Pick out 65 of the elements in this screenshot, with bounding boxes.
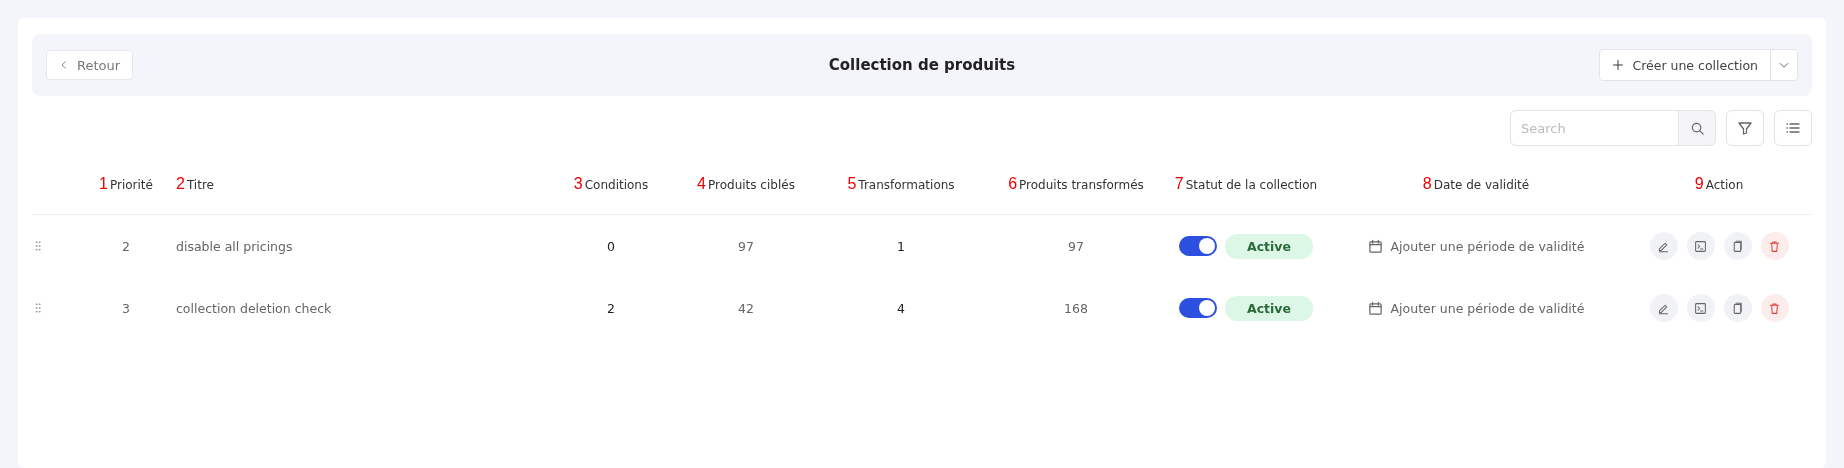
column-header: Action: [1705, 178, 1744, 192]
filter-icon: [1737, 120, 1753, 136]
column-header: Titre: [186, 178, 214, 192]
annotation-number: 8: [1422, 175, 1432, 193]
annotation-number: 3: [573, 175, 583, 193]
page-title: Collection de produits: [828, 56, 1016, 74]
chevron-left-icon: [59, 60, 69, 70]
column-header: Statut de la collection: [1185, 178, 1318, 192]
terminal-icon: [1694, 301, 1707, 315]
table-cell: 97: [1068, 238, 1084, 254]
add-validity-link[interactable]: Ajouter une période de validité: [1390, 300, 1585, 316]
delete-button[interactable]: [1760, 232, 1789, 260]
annotation-number: 9: [1694, 175, 1704, 193]
table-cell: 168: [1064, 300, 1088, 316]
copy-button[interactable]: [1723, 294, 1752, 322]
table-cell: collection deletion check: [176, 300, 332, 316]
copy-button[interactable]: [1723, 232, 1752, 260]
terminal-button[interactable]: [1686, 232, 1715, 260]
calendar-icon: [1367, 238, 1383, 254]
search-button[interactable]: [1678, 110, 1716, 146]
list-icon: [1785, 120, 1801, 136]
table-cell: disable all pricings: [176, 238, 293, 254]
status-badge: Active: [1225, 233, 1313, 259]
column-header: Transformations: [858, 178, 955, 192]
annotation-number: 6: [1008, 175, 1018, 193]
drag-handle-icon: [32, 240, 44, 252]
drag-handle-icon: [32, 302, 44, 314]
filter-button[interactable]: [1726, 110, 1764, 146]
calendar-icon: [1367, 300, 1383, 316]
toggle-switch[interactable]: [1179, 236, 1217, 256]
delete-button[interactable]: [1760, 294, 1789, 322]
copy-icon: [1731, 301, 1744, 315]
back-button[interactable]: Retour: [46, 50, 134, 80]
column-header: Produits ciblés: [708, 178, 795, 192]
annotation-number: 7: [1174, 175, 1184, 193]
annotation-number: 1: [99, 175, 108, 193]
column-header: Produits transformés: [1019, 178, 1144, 192]
trash-icon: [1768, 301, 1781, 315]
plus-icon: [1612, 59, 1625, 71]
terminal-icon: [1694, 239, 1707, 253]
terminal-button[interactable]: [1686, 294, 1715, 322]
annotation-number: 2: [176, 175, 185, 193]
table-cell: 2: [607, 300, 615, 316]
search-field[interactable]: Search: [1510, 110, 1678, 146]
copy-icon: [1731, 239, 1744, 253]
trash-icon: [1768, 239, 1781, 253]
column-header: Date de validité: [1433, 178, 1530, 192]
table-cell: 2: [122, 238, 130, 254]
toggle-switch[interactable]: [1179, 298, 1217, 318]
table-cell: 0: [607, 238, 615, 254]
table-cell: 3: [122, 300, 130, 316]
add-validity-link[interactable]: Ajouter une période de validité: [1390, 238, 1585, 254]
list-view-button[interactable]: [1774, 110, 1812, 146]
edit-button[interactable]: [1649, 232, 1678, 260]
column-header: Priorité: [109, 178, 153, 192]
annotation-number: 5: [847, 175, 857, 193]
table-cell: 4: [897, 300, 905, 316]
table-cell: 1: [897, 238, 905, 254]
table-cell: 97: [738, 238, 754, 254]
status-badge: Active: [1225, 295, 1313, 321]
table-cell: 42: [738, 300, 754, 316]
search-icon: [1689, 120, 1705, 136]
column-header: Conditions: [584, 178, 649, 192]
annotation-number: 4: [697, 175, 706, 193]
edit-button[interactable]: [1649, 294, 1678, 322]
